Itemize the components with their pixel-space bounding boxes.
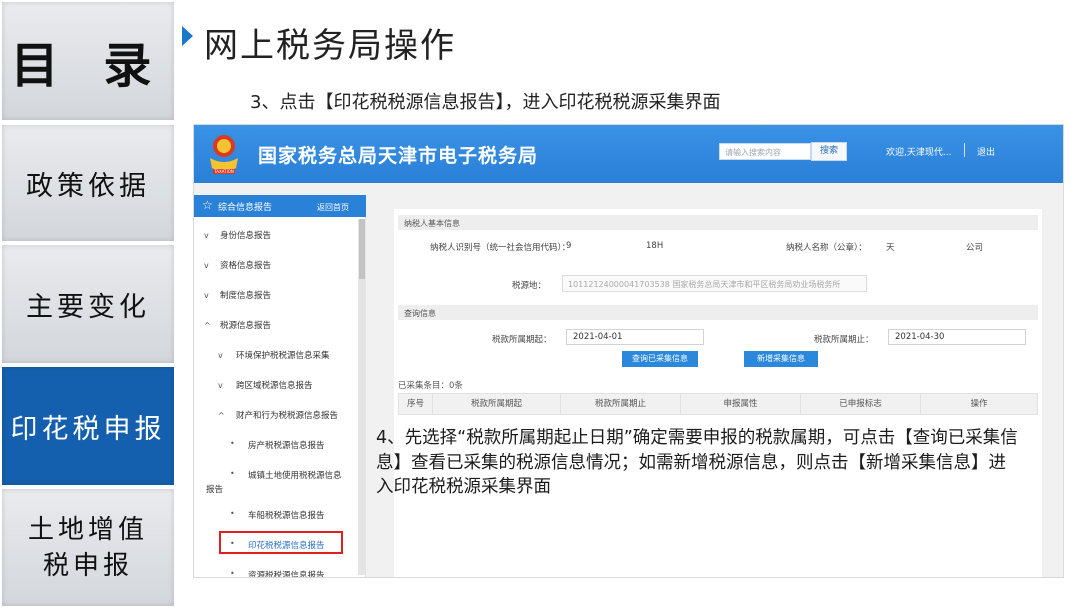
sidebar-scroll-thumb[interactable] — [359, 219, 365, 279]
sidebar-item-system[interactable]: 制度信息报告 — [220, 289, 271, 301]
sidebar-item-land-use-tax-cont[interactable]: 报告 — [206, 483, 223, 495]
chevron-down-icon: v — [218, 351, 223, 360]
back-home-link[interactable]: 返回首页 — [317, 202, 349, 213]
chevron-down-icon: v — [204, 291, 209, 300]
taxpayer-name-label: 纳税人名称（公章）： — [786, 243, 867, 253]
taxpayer-name-suffix: 公司 — [966, 243, 984, 253]
catalog-item-policy-basis[interactable]: 政策依据 — [2, 125, 174, 241]
heading-arrow-icon — [182, 26, 193, 46]
catalog-item-main-changes[interactable]: 主要变化 — [2, 245, 174, 363]
period-start-label: 税款所属期起： — [492, 335, 552, 345]
col-header: 申报属性 — [681, 394, 801, 414]
sidebar-item-resource-tax[interactable]: 资源税税源信息报告 — [248, 569, 325, 577]
query-collected-button[interactable]: 查询已采集信息 — [622, 351, 698, 367]
catalog-sidebar: 目 录 政策依据 主要变化 印花税申报 土地增值税申报 — [0, 0, 176, 608]
bullet-icon: • — [230, 469, 235, 478]
taxpayer-id-suffix: 18H — [646, 241, 664, 251]
slide: { "catalog": { "title": "目 录", "items": … — [0, 0, 1080, 608]
chevron-down-icon: v — [204, 261, 209, 270]
col-header: 已申报标志 — [801, 394, 921, 414]
star-icon: ☆ — [202, 198, 213, 212]
bullet-icon: • — [230, 439, 235, 448]
query-section: 查询信息 — [398, 305, 1038, 320]
bullet-icon: • — [230, 569, 235, 578]
sidebar-header: ☆ 综合信息报告 返回首页 — [194, 195, 366, 217]
tax-authority-label: 税源地： — [512, 281, 547, 291]
portal-header: TAXATION 国家税务总局天津市电子税务局 请输入搜索内容 搜索 欢迎,天津… — [194, 125, 1063, 183]
step4-text: 4、先选择“税款所属期起止日期”确定需要申报的税款属期，可点击【查询已采集信息】… — [376, 428, 1018, 497]
sidebar-item-property-tax[interactable]: 房产税税源信息报告 — [248, 439, 325, 451]
catalog-item-land-vat[interactable]: 土地增值税申报 — [2, 489, 174, 606]
sidebar-item-cross-region[interactable]: 跨区域税源信息报告 — [236, 379, 313, 391]
chevron-down-icon: v — [204, 231, 209, 240]
taxpayer-name-prefix: 天 — [886, 243, 895, 253]
sidebar-item-identity[interactable]: 身份信息报告 — [220, 229, 271, 241]
chevron-up-icon: ^ — [218, 411, 225, 420]
portal-site-title: 国家税务总局天津市电子税务局 — [258, 145, 539, 167]
portal-screenshot: TAXATION 国家税务总局天津市电子税务局 请输入搜索内容 搜索 欢迎,天津… — [193, 124, 1064, 578]
sidebar-item-tax-source[interactable]: 税源信息报告 — [220, 319, 271, 331]
sidebar-item-vehicle-tax[interactable]: 车船税税源信息报告 — [248, 509, 325, 521]
chevron-down-icon: v — [218, 381, 223, 390]
logout-link[interactable]: 退出 — [977, 145, 995, 158]
taxpayer-id-label: 纳税人识别号（统一社会信用代码）： — [430, 243, 571, 253]
tax-emblem-icon: TAXATION — [210, 135, 238, 174]
col-header: 税款所属期起 — [433, 394, 561, 414]
col-header: 税款所属期止 — [561, 394, 681, 414]
portal-search-button[interactable]: 搜索 — [811, 142, 847, 161]
portal-search-input[interactable]: 请输入搜索内容 — [719, 143, 811, 160]
collected-count: 已采集条目：0条 — [398, 381, 463, 391]
chevron-up-icon: ^ — [204, 321, 211, 330]
step3-text: 3、点击【印花税税源信息报告】，进入印花税税源采集界面 — [250, 92, 721, 113]
tax-authority-select[interactable]: 10112124000041703538 国家税务总局天津市和平区税务局劝业场税… — [562, 275, 867, 292]
portal-sidebar: ☆ 综合信息报告 返回首页 v 身份信息报告 v 资格信息报告 v 制度信息报告… — [194, 195, 366, 578]
sidebar-item-qualification[interactable]: 资格信息报告 — [220, 259, 271, 271]
welcome-text: 欢迎,天津现代... — [886, 148, 952, 158]
basic-info-section: 纳税人基本信息 — [398, 215, 1038, 230]
add-collection-button[interactable]: 新增采集信息 — [744, 351, 818, 367]
highlight-box — [219, 531, 343, 554]
taxpayer-id-prefix: 9 — [566, 241, 572, 251]
header-divider — [964, 143, 965, 157]
catalog-item-stamp-duty[interactable]: 印花税申报 — [2, 367, 174, 485]
portal-main: 纳税人基本信息 纳税人识别号（统一社会信用代码）： 9 18H 纳税人名称（公章… — [394, 209, 1042, 577]
period-start-field[interactable]: 2021-04-01 — [566, 329, 704, 345]
period-end-label: 税款所属期止： — [814, 335, 874, 345]
slide-heading: 网上税务局操作 — [204, 26, 456, 66]
bullet-icon: • — [230, 509, 235, 518]
sidebar-item-land-use-tax[interactable]: 城镇土地使用税税源信息 — [248, 469, 342, 481]
sidebar-item-property-behavior[interactable]: 财产和行为税税源信息报告 — [236, 409, 338, 421]
col-header: 序号 — [399, 394, 433, 414]
catalog-title: 目 录 — [2, 2, 174, 120]
svg-text:TAXATION: TAXATION — [213, 169, 234, 174]
sidebar-item-env-tax[interactable]: 环境保护税税源信息采集 — [236, 349, 330, 361]
col-header: 操作 — [970, 399, 988, 409]
sidebar-header-title: 综合信息报告 — [218, 203, 273, 213]
collected-table-header: 序号 税款所属期起 税款所属期止 申报属性 已申报标志 操作 — [398, 393, 1038, 415]
period-end-field[interactable]: 2021-04-30 — [888, 329, 1026, 345]
